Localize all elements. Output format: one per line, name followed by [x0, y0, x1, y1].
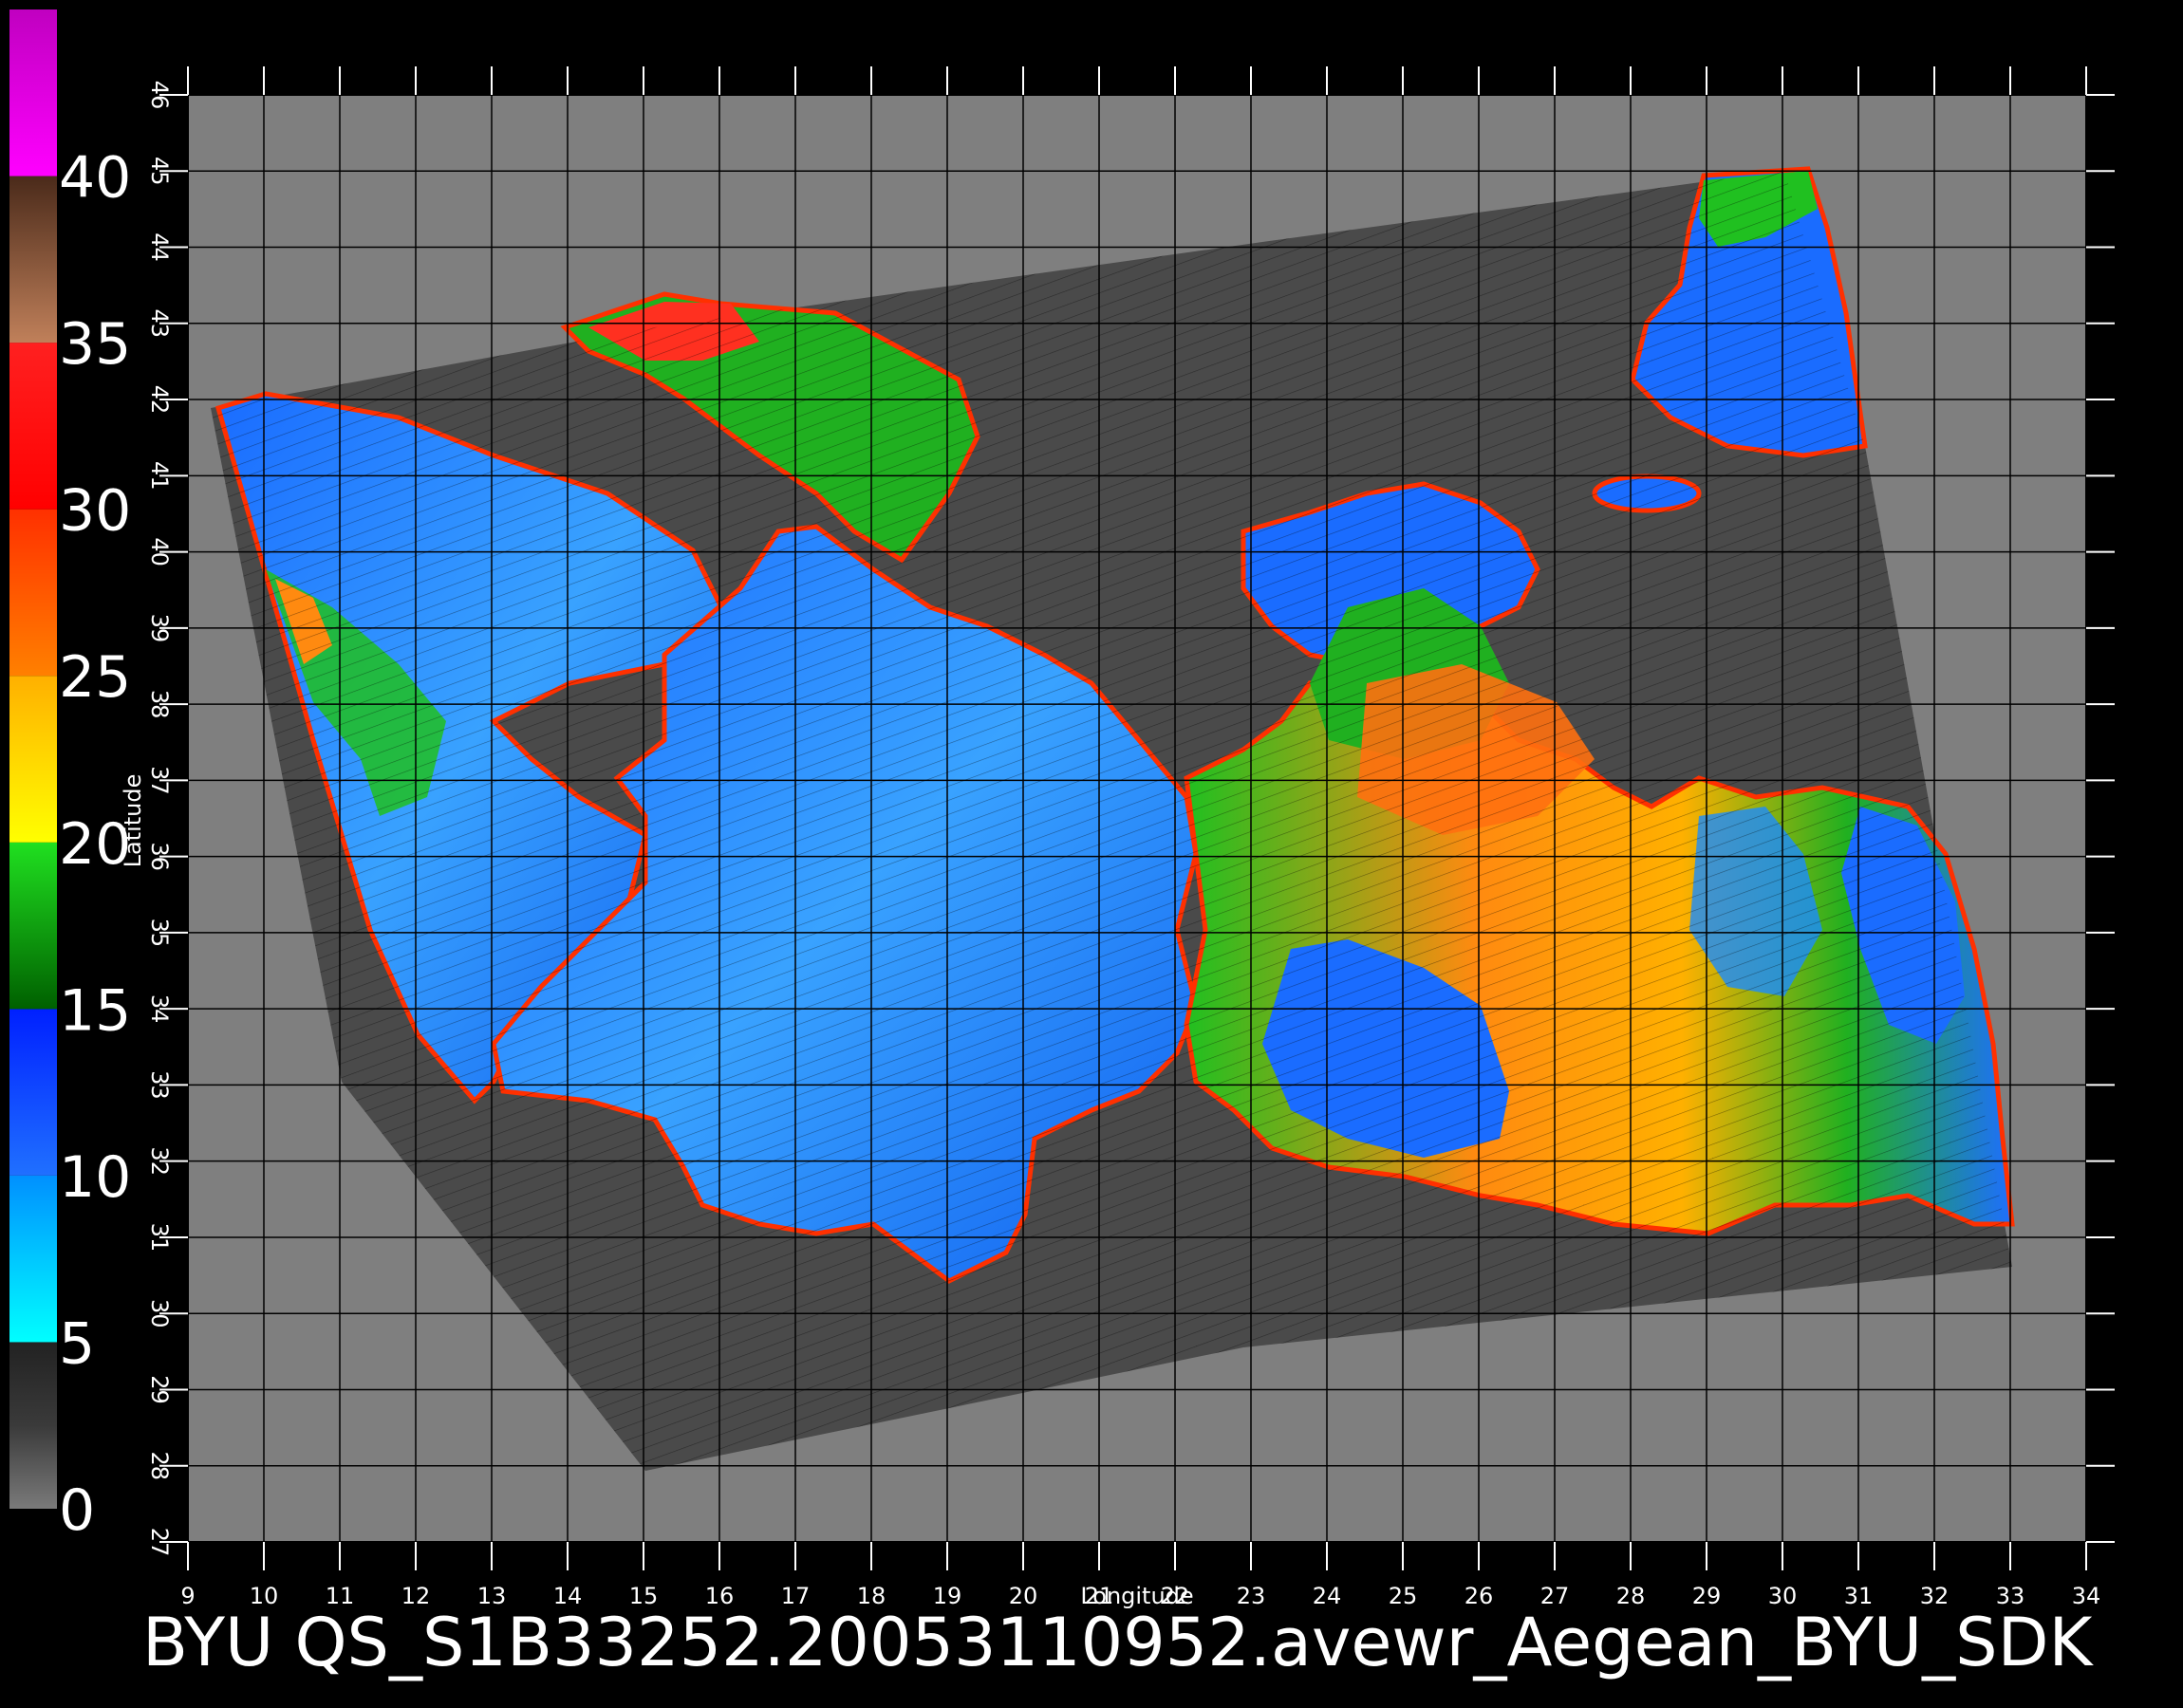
figure-title: BYU QS_S1B33252.20053110952.avewr_Aegean… — [142, 1604, 2094, 1681]
y-tick-label: 28 — [146, 1451, 173, 1480]
colorbar-segment — [9, 1342, 57, 1509]
y-tick-label: 30 — [146, 1299, 173, 1328]
colorbar-label: 10 — [59, 1144, 131, 1211]
colorbar-segment — [9, 9, 57, 176]
colorbar-label: 30 — [59, 478, 131, 545]
y-tick-label: 43 — [146, 309, 173, 339]
y-tick-label: 44 — [146, 232, 173, 262]
y-axis-title: Latitude — [120, 774, 146, 868]
y-tick-label: 33 — [146, 1070, 173, 1100]
colorbar-label: 35 — [59, 311, 131, 378]
y-tick-label: 40 — [146, 537, 173, 566]
colorbar-segment — [9, 343, 57, 510]
colorbar-segment — [9, 176, 57, 343]
colorbar-segment — [9, 842, 57, 1010]
colorbar-label: 25 — [59, 644, 131, 711]
y-tick-label: 42 — [146, 385, 173, 415]
y-tick-label: 38 — [146, 690, 173, 719]
y-tick-label: 41 — [146, 461, 173, 491]
colorbar-segment — [9, 1175, 57, 1343]
colorbar — [9, 9, 57, 1509]
y-tick-label: 34 — [146, 994, 173, 1024]
scatterometer-wind-map: 0510152025303540 9 10 11 12 13 14 15 16 … — [9, 9, 2115, 1681]
y-tick-label: 36 — [146, 842, 173, 871]
y-tick-label: 37 — [146, 766, 173, 795]
colorbar-segment — [9, 1009, 57, 1176]
colorbar-segment — [9, 509, 57, 677]
colorbar-label: 5 — [59, 1310, 95, 1377]
y-tick-label: 31 — [146, 1223, 173, 1253]
y-tick-label: 35 — [146, 919, 173, 948]
y-tick-label: 29 — [146, 1375, 173, 1404]
y-tick-label: 45 — [146, 157, 173, 186]
colorbar-label: 15 — [59, 977, 131, 1044]
colorbar-segment — [9, 676, 57, 843]
colorbar-label: 40 — [59, 145, 131, 212]
y-tick-label: 39 — [146, 614, 173, 643]
colorbar-label: 0 — [59, 1477, 95, 1544]
y-tick-label: 32 — [146, 1146, 173, 1176]
y-tick-label: 46 — [146, 81, 173, 110]
y-tick-label: 27 — [146, 1528, 173, 1557]
